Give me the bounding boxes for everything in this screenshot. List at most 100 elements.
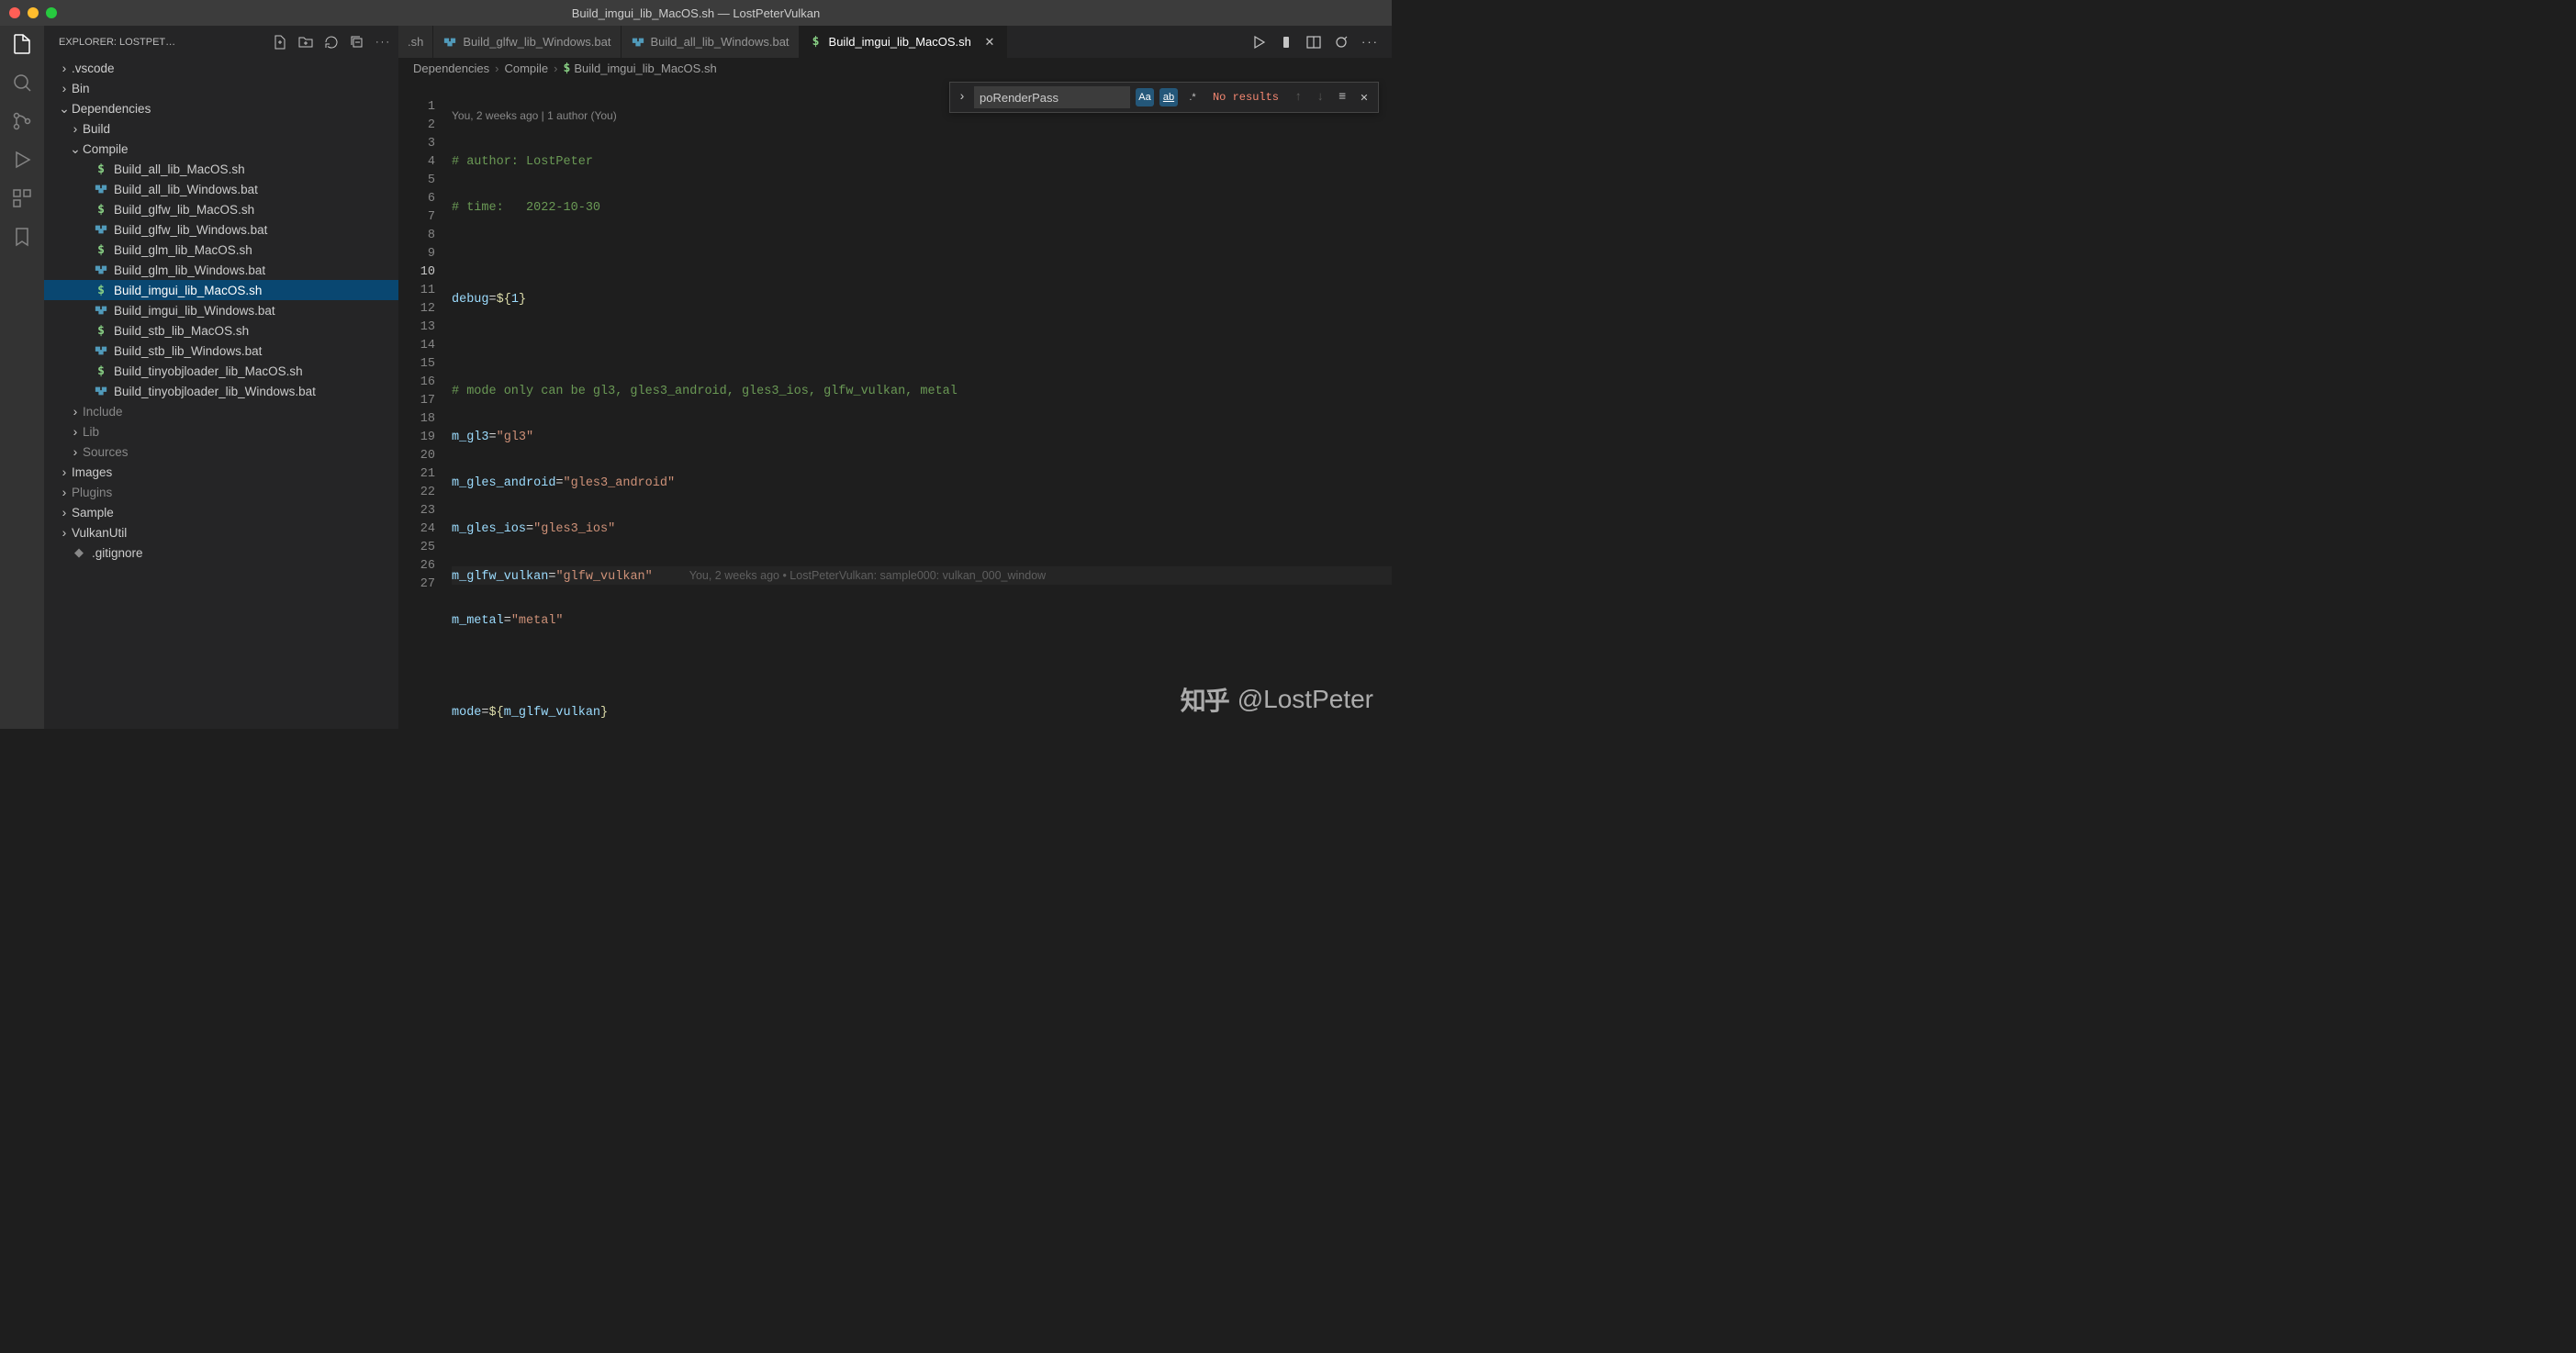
source-control-icon[interactable] [11, 110, 33, 132]
shell-file-icon: $ [94, 283, 108, 297]
shell-icon: $ [564, 62, 571, 75]
tree-item-label: Images [72, 465, 112, 479]
find-prev-icon[interactable]: ↑ [1290, 91, 1306, 105]
code-content[interactable]: You, 2 weeks ago | 1 author (You) # auth… [452, 78, 1392, 729]
tree-folder[interactable]: ›Plugins [44, 482, 398, 502]
match-case-toggle[interactable]: Aa [1136, 88, 1154, 106]
find-selection-icon[interactable]: ≡ [1334, 91, 1350, 105]
tree-item-label: Sources [83, 445, 129, 459]
tree-file[interactable]: ◆.gitignore [44, 542, 398, 563]
tree-item-label: Bin [72, 82, 90, 95]
breadcrumbs[interactable]: Dependencies › Compile › $ Build_imgui_l… [398, 58, 1392, 78]
sidebar-title: EXPLORER: LOSTPET… [59, 37, 175, 48]
tree-file[interactable]: $Build_glfw_lib_MacOS.sh [44, 199, 398, 219]
sidebar: EXPLORER: LOSTPET… ··· ›.vscode›Bin⌄Depe… [44, 26, 398, 729]
chevron-icon: › [57, 464, 72, 479]
tree-folder[interactable]: ›Lib [44, 421, 398, 442]
tree-file[interactable]: Build_glm_lib_Windows.bat [44, 260, 398, 280]
tree-file[interactable]: $Build_glm_lib_MacOS.sh [44, 240, 398, 260]
explorer-icon[interactable] [11, 33, 33, 55]
tree-folder[interactable]: ›Include [44, 401, 398, 421]
chevron-icon: ⌄ [57, 101, 72, 117]
tab-label: Build_glfw_lib_Windows.bat [463, 35, 610, 49]
tree-file[interactable]: Build_imgui_lib_Windows.bat [44, 300, 398, 320]
chevron-icon: › [57, 525, 72, 540]
editor-tab[interactable]: Build_glfw_lib_Windows.bat [433, 26, 621, 58]
tree-item-label: Build_stb_lib_MacOS.sh [114, 324, 249, 338]
window-close-button[interactable] [9, 7, 20, 18]
regex-toggle[interactable]: .* [1183, 88, 1202, 106]
chevron-icon: › [68, 121, 83, 136]
whole-word-toggle[interactable]: ab [1159, 88, 1178, 106]
refresh-icon[interactable] [324, 35, 339, 50]
tree-item-label: Sample [72, 506, 114, 520]
tree-file[interactable]: Build_tinyobjloader_lib_Windows.bat [44, 381, 398, 401]
bookmark-icon[interactable] [11, 226, 33, 248]
bat-file-icon [94, 343, 108, 358]
file-tree[interactable]: ›.vscode›Bin⌄Dependencies›Build⌄Compile$… [44, 58, 398, 729]
shell-file-icon: $ [94, 242, 108, 257]
tree-item-label: Build_all_lib_MacOS.sh [114, 162, 245, 176]
breadcrumb-item[interactable]: Dependencies [413, 62, 489, 75]
tree-item-label: Build_imgui_lib_Windows.bat [114, 304, 275, 318]
new-folder-icon[interactable] [298, 35, 313, 50]
open-changes-icon[interactable] [1334, 35, 1349, 50]
more-icon[interactable]: ··· [375, 37, 391, 48]
tree-folder[interactable]: ›.vscode [44, 58, 398, 78]
tree-file[interactable]: $ Build_all_lib_MacOS.sh [44, 159, 398, 179]
find-input[interactable] [974, 86, 1130, 108]
tree-item-label: Plugins [72, 486, 112, 499]
tree-folder[interactable]: ›VulkanUtil [44, 522, 398, 542]
tree-file[interactable]: $Build_tinyobjloader_lib_MacOS.sh [44, 361, 398, 381]
tree-item-label: Build_glfw_lib_Windows.bat [114, 223, 267, 237]
tree-folder[interactable]: ›Bin [44, 78, 398, 98]
chevron-icon: › [68, 424, 83, 439]
tab-close-icon[interactable]: ✕ [982, 35, 997, 50]
split-editor-icon[interactable] [1306, 35, 1321, 50]
editor-tab[interactable]: $Build_imgui_lib_MacOS.sh✕ [800, 26, 1007, 58]
search-icon[interactable] [11, 72, 33, 94]
tree-folder[interactable]: ›Build [44, 118, 398, 139]
editor-tab[interactable]: .sh [398, 26, 433, 58]
compare-icon[interactable] [1279, 35, 1294, 50]
window-maximize-button[interactable] [46, 7, 57, 18]
tree-folder[interactable]: ›Sources [44, 442, 398, 462]
more-actions-icon[interactable]: ··· [1361, 35, 1379, 49]
editor-tab[interactable]: Build_all_lib_Windows.bat [622, 26, 800, 58]
tree-file[interactable]: $ Build_imgui_lib_MacOS.sh [44, 280, 398, 300]
tree-item-label: Build [83, 122, 110, 136]
bat-file-icon [94, 263, 108, 277]
bat-file-icon [94, 303, 108, 318]
find-expand-toggle[interactable]: › [956, 91, 969, 105]
window-title: Build_imgui_lib_MacOS.sh — LostPeterVulk… [572, 6, 821, 20]
tree-folder[interactable]: ⌄Compile [44, 139, 398, 159]
tree-file[interactable]: Build_glfw_lib_Windows.bat [44, 219, 398, 240]
run-file-icon[interactable] [1251, 35, 1266, 50]
collapse-all-icon[interactable] [350, 35, 364, 50]
breadcrumb-item[interactable]: Build_imgui_lib_MacOS.sh [574, 62, 716, 75]
git-blame-annotation: You, 2 weeks ago • LostPeterVulkan: samp… [689, 569, 1046, 582]
run-debug-icon[interactable] [11, 149, 33, 171]
window-minimize-button[interactable] [28, 7, 39, 18]
shell-file-icon: $ [809, 35, 823, 50]
tree-file[interactable]: Build_stb_lib_Windows.bat [44, 341, 398, 361]
bat-file-icon [631, 35, 645, 50]
extensions-icon[interactable] [11, 187, 33, 209]
bat-file-icon [94, 182, 108, 196]
tree-item-label: Build_stb_lib_Windows.bat [114, 344, 262, 358]
tree-folder[interactable]: ⌄Dependencies [44, 98, 398, 118]
tree-file[interactable]: $Build_stb_lib_MacOS.sh [44, 320, 398, 341]
chevron-icon: › [57, 81, 72, 95]
tree-file[interactable]: Build_all_lib_Windows.bat [44, 179, 398, 199]
tree-item-label: Build_imgui_lib_MacOS.sh [114, 284, 262, 297]
tree-folder[interactable]: ›Images [44, 462, 398, 482]
new-file-icon[interactable] [273, 35, 287, 50]
tree-folder[interactable]: ›Sample [44, 502, 398, 522]
find-close-icon[interactable]: ✕ [1356, 90, 1372, 106]
find-next-icon[interactable]: ↓ [1312, 91, 1328, 105]
tree-item-label: .vscode [72, 62, 115, 75]
breadcrumb-item[interactable]: Compile [504, 62, 548, 75]
chevron-icon: › [68, 444, 83, 459]
editor[interactable]: 12345 678910 1112131415 1617181920 21222… [398, 78, 1392, 729]
shell-file-icon: $ [94, 162, 108, 176]
